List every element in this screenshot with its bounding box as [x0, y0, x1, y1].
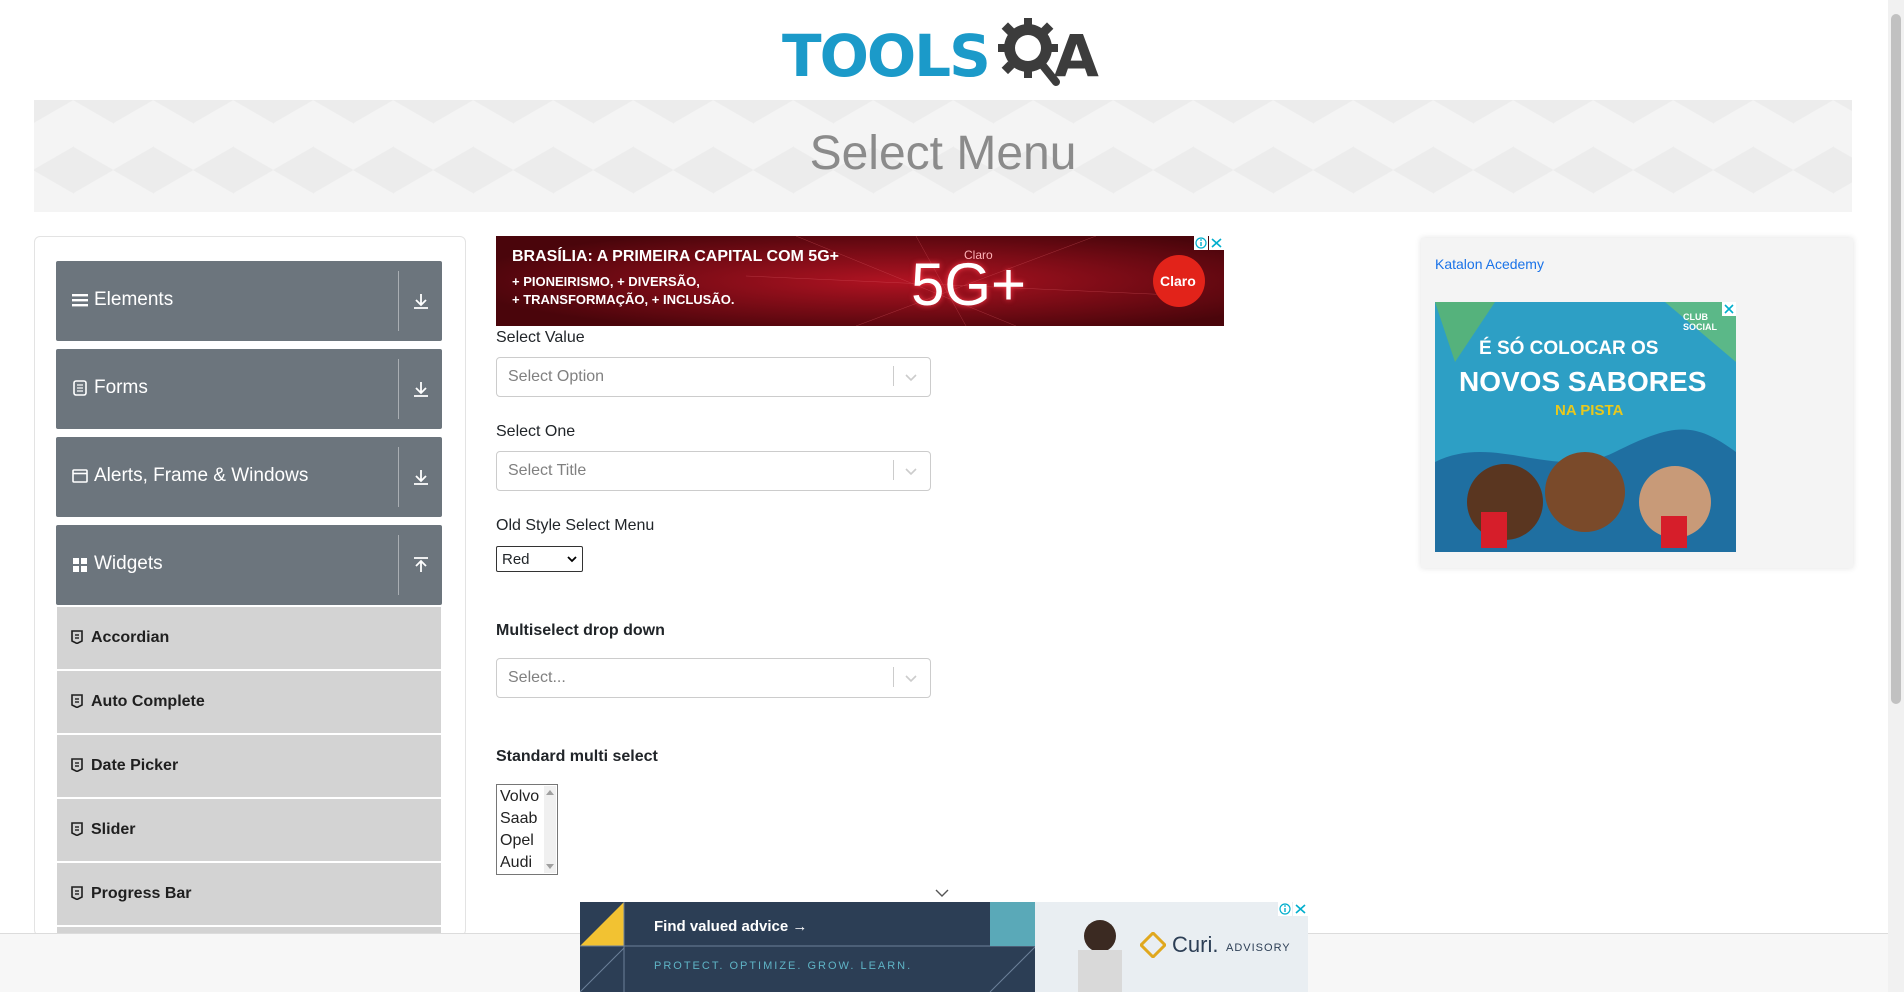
sidebar-item-auto-complete[interactable]: Auto Complete: [57, 671, 441, 735]
ad-headline-3: NA PISTA: [1555, 402, 1624, 419]
page-banner: Select Menu: [34, 100, 1852, 212]
divider: [398, 535, 399, 595]
sidebar-group-label: Alerts, Frame & Windows: [94, 465, 309, 486]
multiselect-placeholder: Select...: [508, 669, 566, 686]
ad-brand: Curi.: [1172, 932, 1219, 957]
sidebar-group-forms[interactable]: Forms: [56, 349, 442, 429]
divider: [398, 359, 399, 419]
sidebar-group-alerts-frame-windows[interactable]: Alerts, Frame & Windows: [56, 437, 442, 517]
select-value-label: Select Value: [496, 329, 585, 346]
bottom-ad-banner[interactable]: Find valued advice → PROTECT. OPTIMIZE. …: [580, 902, 1308, 992]
ad-headline-2: NOVOS SABORES: [1459, 366, 1707, 397]
ad-info-icon[interactable]: [1194, 236, 1208, 250]
logo-text-a: A: [1054, 22, 1099, 90]
download-arrow-icon[interactable]: [411, 467, 431, 487]
scrollbar[interactable]: [544, 786, 556, 873]
katalon-academy-link[interactable]: Katalon Acedemy: [1435, 256, 1544, 272]
multiselect-dropdown[interactable]: Select...: [496, 658, 931, 698]
scrollbar-thumb[interactable]: [1891, 14, 1901, 704]
multi-select-option[interactable]: Volvo: [500, 788, 539, 806]
sidebar-item-label: Progress Bar: [91, 885, 192, 902]
download-arrow-icon[interactable]: [411, 379, 431, 399]
select-one-placeholder: Select Title: [508, 462, 587, 479]
window-icon: [72, 469, 88, 483]
sidebar-item-label: Slider: [91, 821, 136, 838]
chevron-down-icon: [567, 556, 577, 563]
sidebar-item-accordian[interactable]: Accordian: [57, 607, 441, 671]
chevron-down-icon[interactable]: [904, 671, 918, 685]
top-ad-banner[interactable]: BRASÍLIA: A PRIMEIRA CAPITAL COM 5G+ + P…: [496, 236, 1224, 326]
badge-icon: [71, 886, 83, 900]
ad-headline: BRASÍLIA: A PRIMEIRA CAPITAL COM 5G+: [512, 248, 839, 265]
old-style-select[interactable]: Red: [496, 546, 583, 572]
standard-multi-select[interactable]: Volvo Saab Opel Audi: [496, 784, 558, 875]
ad-headline-1: É SÓ COLOCAR OS: [1479, 338, 1659, 359]
ad-close-icon[interactable]: [1293, 902, 1308, 916]
sidebar-group-elements[interactable]: Elements: [56, 261, 442, 341]
divider: [893, 460, 894, 480]
club-social-ad[interactable]: É SÓ COLOCAR OS NOVOS SABORES NA PISTA C…: [1435, 302, 1736, 552]
sidebar-item-label: Auto Complete: [91, 693, 205, 710]
ad-tagline: PROTECT. OPTIMIZE. GROW. LEARN.: [654, 960, 913, 972]
sidebar: Elements Forms Alerts, Frame & Windows W…: [34, 236, 466, 936]
multiselect-label: Multiselect drop down: [496, 622, 665, 639]
right-ad-panel: Katalon Acedemy É SÓ COLOCAR OS NOVOS SA…: [1421, 238, 1853, 568]
page-scrollbar[interactable]: [1888, 0, 1904, 992]
sidebar-item-label: Date Picker: [91, 757, 179, 774]
ad-line-1: + PIONEIRISMO, + DIVERSÃO,: [512, 274, 700, 289]
ad-close-icon[interactable]: [1209, 236, 1224, 250]
logo-text-tools: TOOLS: [782, 22, 991, 90]
divider: [398, 447, 399, 507]
ad-info-icon[interactable]: [1278, 902, 1292, 916]
ad-brand-sub: ADVISORY: [1226, 942, 1291, 954]
toolsqa-logo[interactable]: TOOLS A: [782, 14, 1108, 90]
divider: [398, 271, 399, 331]
sidebar-item-progress-bar[interactable]: Progress Bar: [57, 863, 441, 927]
ad-cta[interactable]: Find valued advice →: [654, 918, 807, 935]
grid-icon: [73, 558, 87, 572]
page-title: Select Menu: [809, 127, 1077, 180]
old-style-select-value: Red: [502, 551, 530, 568]
menu-icon: [72, 294, 88, 307]
curi-logo-icon: [1140, 932, 1166, 958]
upload-arrow-icon[interactable]: [411, 555, 431, 575]
badge-icon: [71, 822, 83, 836]
standard-multi-select-label: Standard multi select: [496, 748, 658, 765]
document-icon: [73, 380, 87, 396]
chevron-down-icon[interactable]: [904, 370, 918, 384]
chevron-down-icon[interactable]: [934, 886, 950, 900]
select-one-label: Select One: [496, 423, 576, 440]
select-one-dropdown[interactable]: Select Title: [496, 451, 931, 491]
badge-icon: [71, 758, 83, 772]
divider: [893, 667, 894, 687]
multi-select-option[interactable]: Audi: [500, 854, 532, 872]
multi-select-option[interactable]: Saab: [500, 810, 537, 828]
scroll-up-icon[interactable]: [546, 789, 554, 795]
sidebar-group-label: Forms: [94, 377, 148, 398]
old-style-select-label: Old Style Select Menu: [496, 517, 655, 534]
ad-line-2: + TRANSFORMAÇÃO, + INCLUSÃO.: [512, 292, 735, 307]
sidebar-item-date-picker[interactable]: Date Picker: [57, 735, 441, 799]
badge-icon: [71, 630, 83, 644]
ad-badge-5g: 5G+: [911, 251, 1027, 318]
ad-brand: Claro: [1160, 273, 1196, 289]
divider: [893, 366, 894, 386]
multi-select-option[interactable]: Opel: [500, 832, 534, 850]
select-value-placeholder: Select Option: [508, 368, 605, 385]
select-value-dropdown[interactable]: Select Option: [496, 357, 931, 397]
sidebar-group-label: Elements: [94, 289, 174, 310]
sidebar-group-label: Widgets: [94, 553, 163, 574]
sidebar-item-slider[interactable]: Slider: [57, 799, 441, 863]
badge-icon: [71, 694, 83, 708]
sidebar-group-widgets[interactable]: Widgets: [56, 525, 442, 605]
chevron-down-icon[interactable]: [904, 464, 918, 478]
download-arrow-icon[interactable]: [411, 291, 431, 311]
sidebar-item-label: Accordian: [91, 629, 170, 646]
ad-close-icon[interactable]: [1722, 302, 1736, 316]
scroll-down-icon[interactable]: [546, 864, 554, 870]
